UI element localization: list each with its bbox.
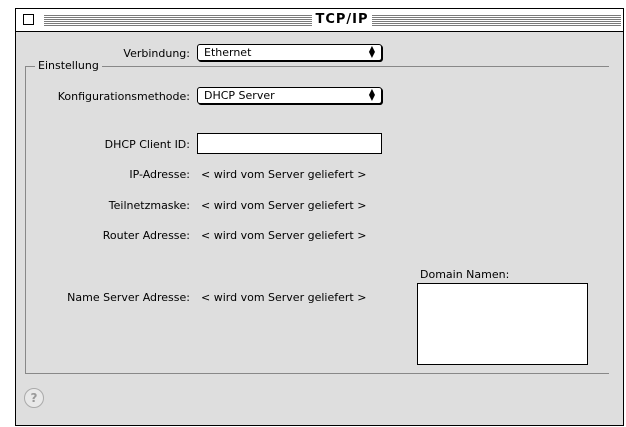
ip-address-label: IP-Adresse: [129, 168, 190, 181]
router-address-value: < wird vom Server geliefert > [201, 229, 367, 242]
config-method-label: Konfigurationsmethode: [57, 90, 190, 103]
ip-address-value: < wird vom Server geliefert > [201, 168, 367, 181]
name-server-label: Name Server Adresse: [67, 291, 190, 304]
router-address-label: Router Adresse: [102, 229, 190, 242]
domain-names-field[interactable] [417, 283, 588, 365]
title-bar[interactable]: TCP/IP [16, 9, 623, 32]
title-bar-stripes-left [44, 15, 312, 26]
help-icon[interactable]: ? [24, 388, 44, 408]
domain-names-label: Domain Namen: [420, 268, 510, 281]
connection-value: Ethernet [204, 46, 252, 59]
config-method-popup[interactable]: DHCP Server ▲ ▼ [197, 87, 382, 104]
settings-group-title: Einstellung [35, 59, 102, 72]
config-method-value: DHCP Server [204, 89, 275, 102]
subnet-mask-label: Teilnetzmaske: [108, 199, 190, 212]
subnet-mask-value: < wird vom Server geliefert > [201, 199, 367, 212]
dhcp-client-id-field[interactable] [197, 133, 382, 154]
dhcp-client-id-label: DHCP Client ID: [104, 138, 190, 151]
close-box-icon[interactable] [23, 14, 34, 25]
connection-popup[interactable]: Ethernet ▲ ▼ [197, 44, 382, 61]
updown-arrows-icon: ▲ ▼ [368, 44, 376, 59]
name-server-value: < wird vom Server geliefert > [201, 291, 367, 304]
window-title: TCP/IP [312, 12, 372, 28]
updown-arrows-icon: ▲ ▼ [368, 87, 376, 102]
title-bar-stripes-right [372, 15, 621, 26]
